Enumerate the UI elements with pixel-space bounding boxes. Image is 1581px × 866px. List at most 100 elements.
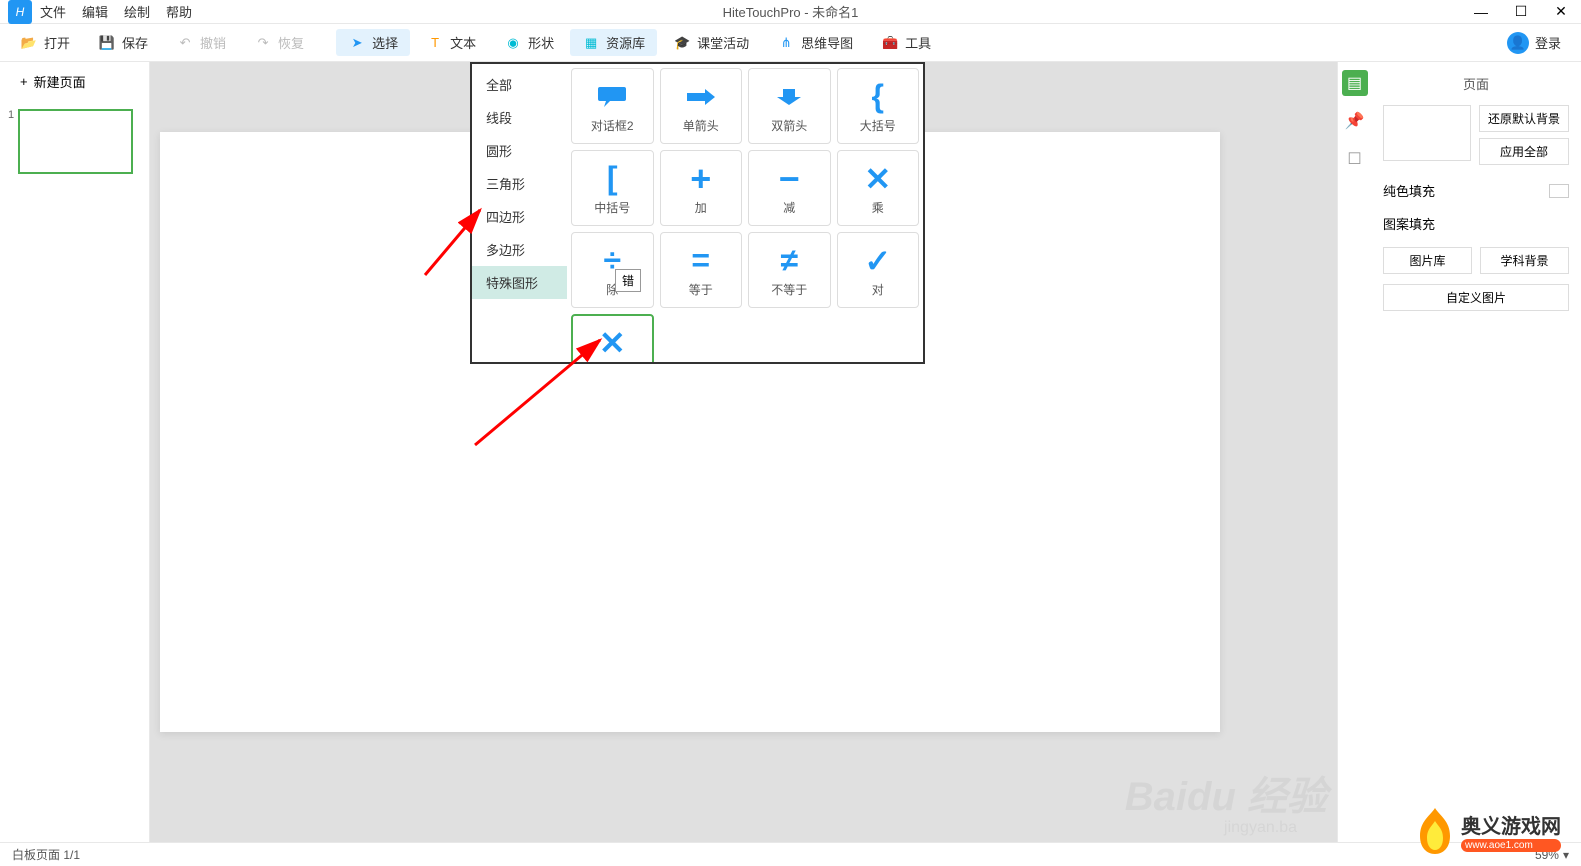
shape-minus[interactable]: −减 [748,150,831,226]
menu-edit[interactable]: 编辑 [82,2,108,21]
minus-icon: − [779,161,800,197]
page-tab-icon[interactable]: ▤ [1342,70,1368,96]
category-item[interactable]: 线段 [472,101,567,134]
resource-categories: 全部线段圆形三角形四边形多边形特殊图形 [472,64,567,362]
baidu-watermark: Baidu 经验 [1125,764,1327,822]
resource-button[interactable]: ▦资源库 [570,29,657,56]
undo-label: 撤销 [200,33,226,52]
new-page-button[interactable]: +新建页面 [0,62,149,101]
menu-help[interactable]: 帮助 [166,2,192,21]
tooltip: 错 [615,269,641,292]
category-item[interactable]: 四边形 [472,200,567,233]
select-label: 选择 [372,33,398,52]
solid-fill-label: 纯色填充 [1383,181,1435,200]
shape-check[interactable]: ✓对 [837,232,920,308]
shape-button[interactable]: ◉形状 [492,29,566,56]
brace-icon: { [872,79,884,115]
shape-bracket[interactable]: [中括号 [571,150,654,226]
thumb-number: 1 [8,109,14,121]
save-button[interactable]: 💾保存 [86,29,160,56]
redo-button[interactable]: ↷ 恢复 [242,29,316,56]
shape-plus[interactable]: +加 [660,150,743,226]
menu-draw[interactable]: 绘制 [124,2,150,21]
activity-icon: 🎓 [673,34,691,52]
category-item[interactable]: 多边形 [472,233,567,266]
fill-swatch[interactable] [1549,184,1569,198]
avatar-icon: 👤 [1507,32,1529,54]
apply-all-button[interactable]: 应用全部 [1479,138,1569,165]
menu-bar: 文件 编辑 绘制 帮助 [40,2,192,21]
right-panel: 页面 还原默认背景 应用全部 纯色填充 图案填充 图片库 学科背景 自定义图片 [1371,62,1581,842]
shape-neq[interactable]: ≠不等于 [748,232,831,308]
wrong-icon: ✕ [599,325,626,361]
page-thumbnail-1[interactable]: 1 [8,109,141,174]
shape-arrow-right[interactable]: 单箭头 [660,68,743,144]
subject-bg-button[interactable]: 学科背景 [1480,247,1569,274]
tools-button[interactable]: 🧰工具 [869,29,943,56]
category-item[interactable]: 圆形 [472,134,567,167]
site-url: www.aoe1.com [1461,839,1561,852]
chevron-down-icon: ▾ [1563,848,1569,862]
flame-icon [1415,806,1455,856]
shape-equals[interactable]: = 等于 [660,232,743,308]
mindmap-label: 思维导图 [801,33,853,52]
select-button[interactable]: ➤ 选择 [336,29,410,56]
thumbnail-area: 1 [0,101,149,182]
maximize-button[interactable]: ☐ [1501,0,1541,24]
login-button[interactable]: 👤 登录 [1495,28,1573,58]
shape-label: 单箭头 [683,117,719,134]
thumbnail-preview [18,109,133,174]
text-button[interactable]: T文本 [414,29,488,56]
custom-img-button[interactable]: 自定义图片 [1383,284,1569,311]
toolbar: 📂打开 💾保存 ↶ 撤销 ↷ 恢复 ➤ 选择 T文本 ◉形状 ▦资源库 🎓 课堂活动 ⋔… [0,24,1581,62]
pin-icon[interactable]: 📌 [1342,108,1368,134]
plus-icon: + [690,161,711,197]
right-sidebar: ▤ 📌 ☐ [1337,62,1371,842]
menu-file[interactable]: 文件 [40,2,66,21]
image-lib-button[interactable]: 图片库 [1383,247,1472,274]
redo-icon: ↷ [254,34,272,52]
text-label: 文本 [450,33,476,52]
mindmap-button[interactable]: ⋔思维导图 [765,29,865,56]
undo-button[interactable]: ↶ 撤销 [164,29,238,56]
toolbox-icon: 🧰 [881,34,899,52]
window-controls: — ☐ ✕ [1461,0,1581,24]
category-item[interactable]: 三角形 [472,167,567,200]
login-label: 登录 [1535,33,1561,52]
activity-label: 课堂活动 [697,33,749,52]
redo-label: 恢复 [278,33,304,52]
resource-panel: 全部线段圆形三角形四边形多边形特殊图形 对话框2 单箭头 双箭头 {大括号 [中括号+加… [470,62,925,364]
solid-fill-row: 纯色填充 [1383,181,1569,200]
shape-brace[interactable]: {大括号 [837,68,920,144]
title-bar: H 文件 编辑 绘制 帮助 HiteTouchPro - 未命名1 — ☐ ✕ [0,0,1581,24]
minimize-button[interactable]: — [1461,0,1501,24]
shape-wrong[interactable]: ✕错 [571,314,654,362]
shape-divide[interactable]: ÷除 [571,232,654,308]
speech-icon [596,79,628,115]
shape-arrow-down[interactable]: 双箭头 [748,68,831,144]
undo-icon: ↶ [176,34,194,52]
activity-button[interactable]: 🎓 课堂活动 [661,29,761,56]
site-name: 奥义游戏网 [1461,810,1561,839]
arrow-down-icon [773,79,805,115]
save-label: 保存 [122,33,148,52]
shape-label: 对 [872,281,884,298]
open-button[interactable]: 📂打开 [8,29,82,56]
new-page-label: 新建页面 [34,72,86,91]
restore-bg-button[interactable]: 还原默认背景 [1479,105,1569,132]
shape-times[interactable]: ✕乘 [837,150,920,226]
times-icon: ✕ [864,161,891,197]
category-item[interactable]: 全部 [472,68,567,101]
equals-icon: = [691,243,710,279]
pattern-fill-label: 图案填充 [1383,214,1435,233]
app-logo-icon: H [8,0,32,24]
category-item[interactable]: 特殊图形 [472,266,567,299]
cursor-icon: ➤ [348,34,366,52]
panel-icon[interactable]: ☐ [1342,146,1368,172]
shape-label: 双箭头 [771,117,807,134]
close-button[interactable]: ✕ [1541,0,1581,24]
open-label: 打开 [44,33,70,52]
shape-icon: ◉ [504,34,522,52]
shape-label: 等于 [689,281,713,298]
shape-speech[interactable]: 对话框2 [571,68,654,144]
